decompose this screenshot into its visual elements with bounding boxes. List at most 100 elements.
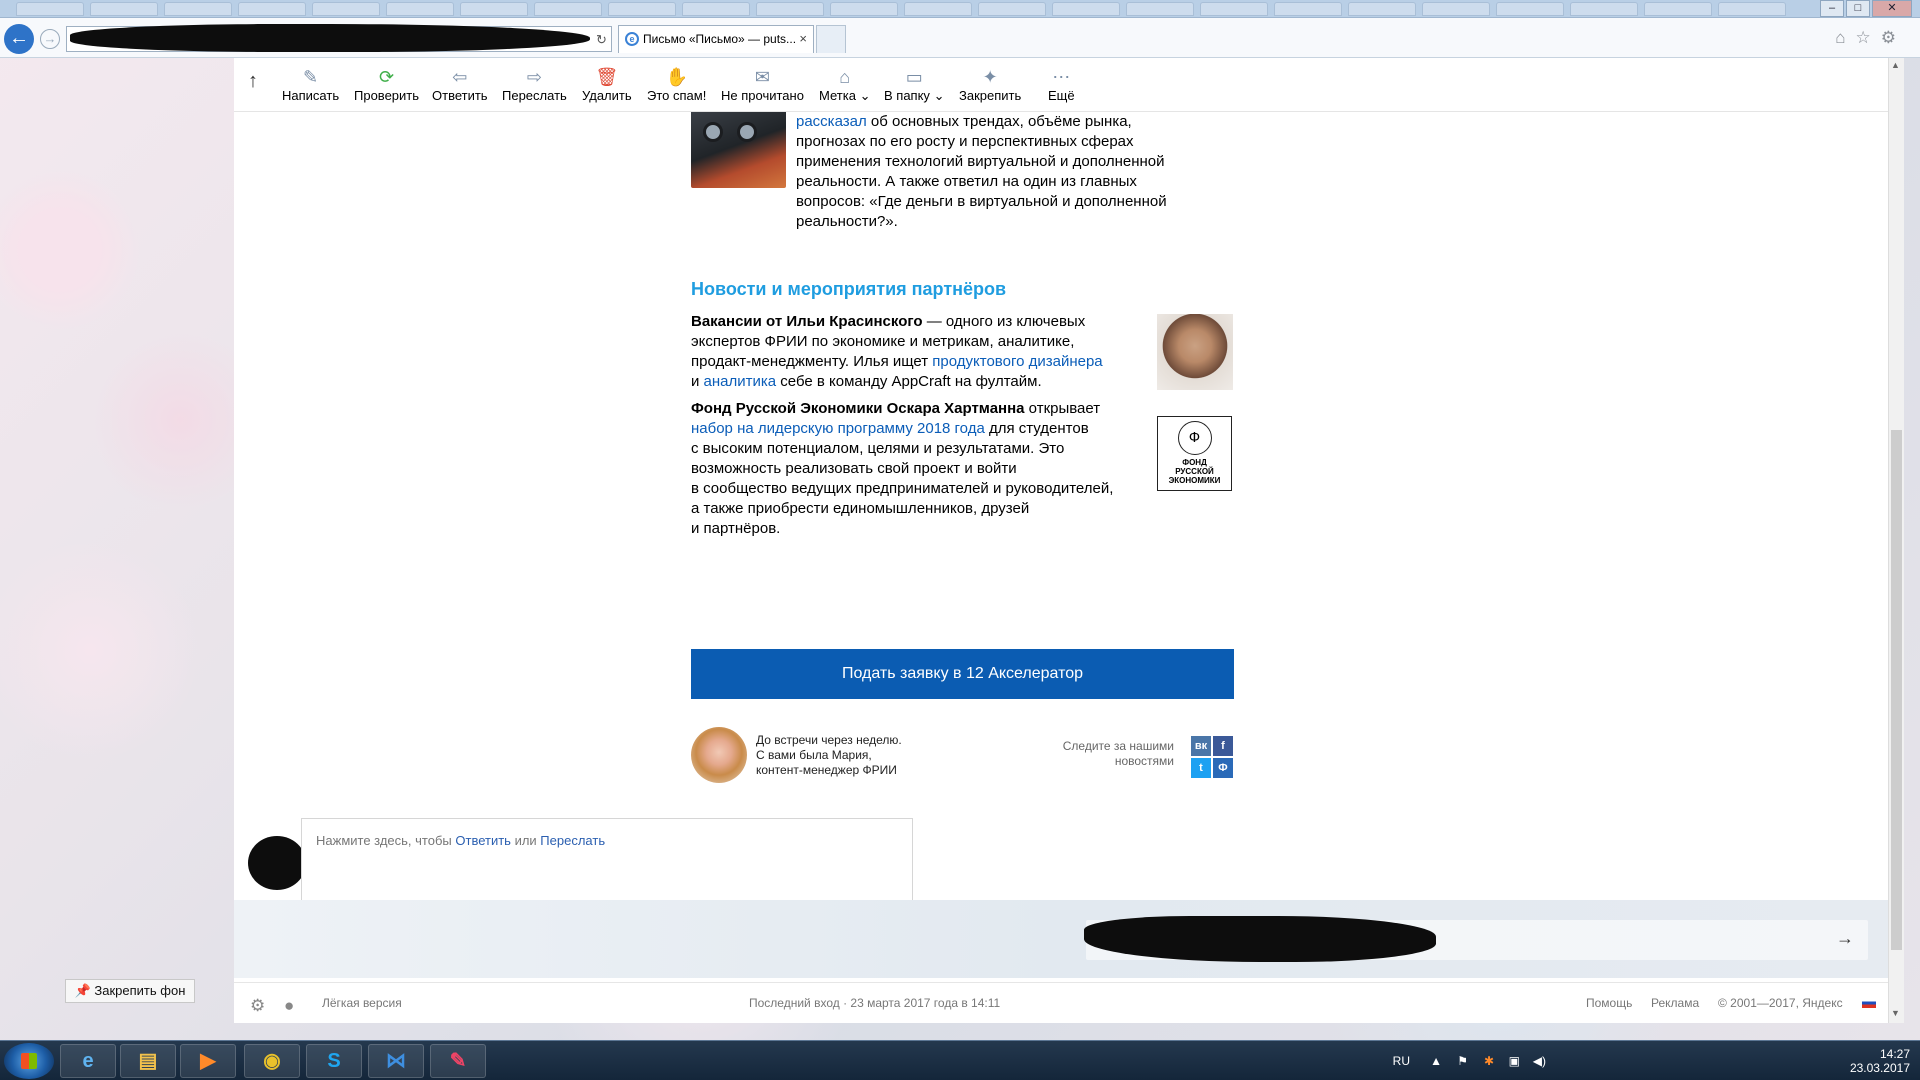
volume-icon[interactable]: ◀): [1533, 1054, 1546, 1068]
show-hidden-icons[interactable]: ▲: [1430, 1054, 1442, 1068]
arrow-right-icon[interactable]: →: [1836, 928, 1854, 949]
background-tab[interactable]: [164, 2, 232, 16]
home-icon[interactable]: ⌂: [1835, 28, 1855, 47]
pin-background-button[interactable]: 📌 Закрепить фон: [65, 979, 195, 1003]
check-mail-button[interactable]: ⟳ Проверить: [354, 66, 419, 103]
pin-button[interactable]: ✦ Закрепить: [959, 66, 1021, 103]
vacancies-line-2: экспертов ФРИИ по экономике и метрикам, …: [691, 333, 1075, 350]
background-tab[interactable]: [1644, 2, 1712, 16]
folder-icon: ▭: [905, 67, 923, 87]
help-link[interactable]: Помощь: [1586, 996, 1632, 1010]
firefox-tray-icon[interactable]: ✱: [1484, 1054, 1494, 1068]
explorer-taskbar-icon[interactable]: ▤: [120, 1044, 176, 1078]
maximize-window-icon[interactable]: □: [1846, 0, 1870, 17]
background-tab[interactable]: [90, 2, 158, 16]
ie-taskbar-icon[interactable]: e: [60, 1044, 116, 1078]
background-tab[interactable]: [1718, 2, 1786, 16]
facebook-icon[interactable]: f: [1213, 736, 1233, 756]
background-tab[interactable]: [1200, 2, 1268, 16]
flag-icon[interactable]: ⚑: [1457, 1054, 1468, 1068]
follow-text: Следите за нашими новостями: [1034, 739, 1174, 769]
paint-taskbar-icon[interactable]: ✎: [430, 1044, 486, 1078]
background-tab[interactable]: [16, 2, 84, 16]
language-indicator[interactable]: RU: [1393, 1054, 1410, 1068]
scrollbar-thumb[interactable]: [1891, 430, 1902, 950]
compose-button[interactable]: ✎ Написать: [282, 66, 339, 103]
background-tab[interactable]: [608, 2, 676, 16]
forward-arrow-icon[interactable]: →: [40, 29, 60, 49]
tab-close-icon[interactable]: ×: [799, 26, 807, 52]
more-icon: ⋯: [1052, 67, 1071, 87]
new-tab-button[interactable]: [816, 25, 846, 53]
frii-icon[interactable]: Ф: [1213, 758, 1233, 778]
favorites-star-icon[interactable]: ☆: [1856, 28, 1881, 47]
quick-reply-box[interactable]: Нажмите здесь, чтобы Ответить или Пересл…: [301, 818, 913, 906]
russian-flag-icon[interactable]: [1862, 998, 1876, 1008]
skype-taskbar-icon[interactable]: S: [306, 1044, 362, 1078]
close-window-icon[interactable]: ✕: [1872, 0, 1912, 17]
android-icon[interactable]: ⚙: [250, 996, 265, 1016]
label-label: Метка: [819, 88, 856, 103]
vr-lens: [703, 122, 723, 142]
start-button[interactable]: [4, 1043, 54, 1079]
intro-line-3: применения технологий виртуальной и допо…: [796, 153, 1165, 170]
background-tab[interactable]: [1126, 2, 1194, 16]
network-icon[interactable]: ▣: [1509, 1054, 1520, 1068]
vr-article-image[interactable]: [691, 112, 786, 188]
analyst-link[interactable]: аналитика: [704, 373, 777, 390]
forward-link[interactable]: Переслать: [540, 833, 605, 848]
apple-icon[interactable]: ●: [284, 996, 294, 1016]
background-tab[interactable]: [534, 2, 602, 16]
reply-link[interactable]: Ответить: [455, 833, 511, 848]
minimize-window-icon[interactable]: –: [1820, 0, 1844, 17]
vacancies-line-4: и аналитика себе в команду AppCraft на ф…: [691, 372, 1042, 392]
twitter-icon[interactable]: t: [1191, 758, 1211, 778]
delete-button[interactable]: 🗑 Удалить: [582, 66, 632, 103]
background-tab[interactable]: [904, 2, 972, 16]
scroll-down-icon[interactable]: ▼: [1891, 1008, 1900, 1018]
product-designer-link[interactable]: продуктового дизайнера: [932, 353, 1102, 370]
apply-accelerator-button[interactable]: Подать заявку в 12 Акселератор: [691, 649, 1234, 699]
spam-button[interactable]: ✋ Это спам!: [647, 66, 706, 103]
leadership-program-link[interactable]: набор на лидерскую программу 2018 года: [691, 420, 985, 437]
background-tab[interactable]: [1422, 2, 1490, 16]
signature-line: До встречи через неделю.: [756, 733, 902, 747]
background-tab[interactable]: [238, 2, 306, 16]
page-scrollbar[interactable]: ▲ ▼: [1888, 58, 1904, 1023]
background-tab[interactable]: [1052, 2, 1120, 16]
told-link[interactable]: рассказал: [796, 113, 867, 130]
fund-logo[interactable]: Ф ФОНД РУССКОЙ ЭКОНОМИКИ: [1157, 416, 1232, 491]
vk-icon[interactable]: вк: [1191, 736, 1211, 756]
background-tab[interactable]: [386, 2, 454, 16]
back-arrow-icon[interactable]: ←: [4, 24, 34, 54]
reply-button[interactable]: ⇦ Ответить: [432, 66, 488, 103]
light-version-link[interactable]: Лёгкая версия: [322, 996, 402, 1010]
background-tab[interactable]: [312, 2, 380, 16]
mark-unread-button[interactable]: ✉ Не прочитано: [721, 66, 804, 103]
background-tab[interactable]: [1570, 2, 1638, 16]
background-tab[interactable]: [830, 2, 898, 16]
clock[interactable]: 14:27 23.03.2017: [1850, 1047, 1910, 1075]
move-folder-dropdown[interactable]: ▭ В папку ⌄: [884, 66, 944, 104]
scroll-up-icon[interactable]: ▲: [1891, 60, 1900, 70]
chrome-taskbar-icon[interactable]: ◉: [244, 1044, 300, 1078]
active-tab[interactable]: e Письмо «Письмо» — puts... ×: [618, 25, 814, 53]
settings-gear-icon[interactable]: ⚙: [1881, 28, 1906, 47]
background-tab[interactable]: [756, 2, 824, 16]
background-tab[interactable]: [978, 2, 1046, 16]
background-tab[interactable]: [1348, 2, 1416, 16]
redacted-address: [70, 24, 590, 52]
background-tab[interactable]: [460, 2, 528, 16]
browser-navbar: ← → ↻ e Письмо «Письмо» — puts... × ⌂☆⚙: [0, 18, 1920, 58]
background-tab[interactable]: [682, 2, 750, 16]
background-tab[interactable]: [1496, 2, 1564, 16]
media-player-taskbar-icon[interactable]: ▶: [180, 1044, 236, 1078]
refresh-icon[interactable]: ↻: [596, 32, 607, 48]
label-dropdown[interactable]: ⌂ Метка ⌄: [819, 66, 870, 104]
up-arrow-icon[interactable]: ↑: [248, 70, 258, 93]
forward-button[interactable]: ⇨ Переслать: [502, 66, 567, 103]
background-tab[interactable]: [1274, 2, 1342, 16]
ads-link[interactable]: Реклама: [1651, 996, 1699, 1010]
more-button[interactable]: ⋯ Ещё: [1048, 66, 1075, 103]
vscode-taskbar-icon[interactable]: ⋈: [368, 1044, 424, 1078]
